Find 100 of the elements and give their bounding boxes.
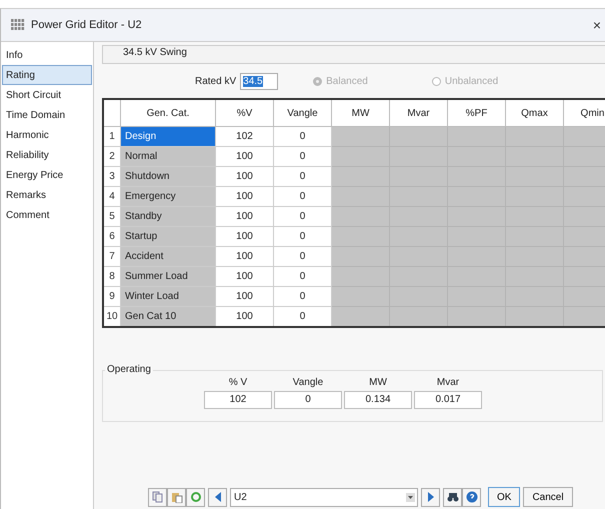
row-number: 5 xyxy=(103,206,120,226)
table-cell[interactable]: Standby xyxy=(120,206,216,226)
disabled-cell xyxy=(332,286,390,306)
value-field: 0.017 xyxy=(414,391,482,409)
value-field: 0 xyxy=(274,391,342,409)
next-icon[interactable] xyxy=(421,488,440,506)
disabled-cell xyxy=(390,126,448,146)
column-header: Vangle xyxy=(274,99,332,126)
row-number: 9 xyxy=(103,286,120,306)
column-header: %V xyxy=(216,99,274,126)
table-cell[interactable]: 0 xyxy=(274,226,332,246)
field-label: MW xyxy=(369,377,387,388)
table-cell[interactable]: 100 xyxy=(216,206,274,226)
sidebar-item[interactable]: Remarks xyxy=(2,185,92,205)
table-cell[interactable]: 0 xyxy=(274,186,332,206)
ok-button[interactable]: OK xyxy=(488,487,520,507)
column-header: %PF xyxy=(448,99,506,126)
value-field: 102 xyxy=(204,391,272,409)
grid-icon xyxy=(11,19,25,31)
help-icon[interactable] xyxy=(462,488,481,506)
column-header: Mvar xyxy=(390,99,448,126)
cancel-button[interactable]: Cancel xyxy=(523,487,573,507)
field-label: % V xyxy=(228,377,248,388)
table-cell[interactable]: 0 xyxy=(274,206,332,226)
table-cell[interactable]: 100 xyxy=(216,286,274,306)
sidebar-item[interactable]: Time Domain xyxy=(2,105,92,125)
bus-header: 34.5 kV Swing xyxy=(102,45,605,64)
group-title: Operating xyxy=(105,364,153,375)
window-title: Power Grid Editor - U2 xyxy=(31,19,142,31)
disabled-cell xyxy=(332,226,390,246)
table-cell[interactable]: 100 xyxy=(216,146,274,166)
table-cell[interactable]: Emergency xyxy=(120,186,216,206)
table-cell[interactable]: 100 xyxy=(216,266,274,286)
row-number: 2 xyxy=(103,146,120,166)
table-cell[interactable]: Normal xyxy=(120,146,216,166)
table-cell[interactable]: 100 xyxy=(216,166,274,186)
row-number: 8 xyxy=(103,266,120,286)
table-cell[interactable]: 100 xyxy=(216,246,274,266)
table-cell[interactable]: 0 xyxy=(274,166,332,186)
copy-icon[interactable] xyxy=(148,488,167,506)
row-number: 3 xyxy=(103,166,120,186)
disabled-cell xyxy=(506,126,564,146)
table-cell[interactable]: 0 xyxy=(274,306,332,327)
table-cell[interactable]: 0 xyxy=(274,146,332,166)
row-number: 1 xyxy=(103,126,120,146)
column-header: Qmax xyxy=(506,99,564,126)
table-cell[interactable]: 100 xyxy=(216,226,274,246)
disabled-cell xyxy=(506,306,564,327)
sidebar-item[interactable]: Comment xyxy=(2,205,92,225)
disabled-cell xyxy=(332,246,390,266)
row-number: 6 xyxy=(103,226,120,246)
element-dropdown[interactable]: U2 xyxy=(230,488,418,506)
paste-icon[interactable] xyxy=(167,488,186,506)
disabled-cell xyxy=(332,126,390,146)
table-cell[interactable]: Winter Load xyxy=(120,286,216,306)
table-cell[interactable]: Startup xyxy=(120,226,216,246)
sidebar-item[interactable]: Info xyxy=(2,45,92,65)
refresh-icon[interactable] xyxy=(186,488,205,506)
disabled-cell xyxy=(390,306,448,327)
disabled-cell xyxy=(332,166,390,186)
table-cell[interactable]: 100 xyxy=(216,306,274,327)
dropdown-arrow-icon[interactable] xyxy=(406,492,415,502)
sidebar-item[interactable]: Short Circuit xyxy=(2,85,92,105)
column-header: MW xyxy=(332,99,390,126)
close-button[interactable]: × xyxy=(588,17,605,33)
disabled-cell xyxy=(332,146,390,166)
disabled-cell xyxy=(564,126,605,146)
table-cell[interactable]: 100 xyxy=(216,186,274,206)
sidebar-item[interactable]: Reliability xyxy=(2,145,92,165)
sidebar-item[interactable]: Rating xyxy=(2,65,92,85)
column-header: Gen. Cat. xyxy=(120,99,216,126)
table-cell[interactable]: Accident xyxy=(120,246,216,266)
disabled-cell xyxy=(332,306,390,327)
field-label: Mvar xyxy=(436,377,460,388)
row-number: 4 xyxy=(103,186,120,206)
disabled-cell xyxy=(448,306,506,327)
binoculars-icon[interactable] xyxy=(443,488,462,506)
rated-kv-field[interactable]: 34.5 xyxy=(240,72,278,90)
disabled-cell xyxy=(564,306,605,327)
table-cell[interactable]: Design xyxy=(120,126,216,146)
column-header: Qmin xyxy=(564,99,605,126)
disabled-cell xyxy=(332,206,390,226)
field-label: Vangle xyxy=(292,377,324,388)
disabled-cell xyxy=(332,266,390,286)
sidebar-item[interactable]: Harmonic xyxy=(2,125,92,145)
table-cell[interactable]: 0 xyxy=(274,126,332,146)
table-cell[interactable]: Summer Load xyxy=(120,266,216,286)
disabled-cell xyxy=(448,126,506,146)
row-number: 7 xyxy=(103,246,120,266)
previous-icon[interactable] xyxy=(208,488,227,506)
table-cell[interactable]: 0 xyxy=(274,286,332,306)
table-cell[interactable]: 0 xyxy=(274,246,332,266)
rated-kv-label: Rated kV xyxy=(195,76,236,86)
sidebar-item[interactable]: Energy Price xyxy=(2,165,92,185)
table-cell[interactable]: 102 xyxy=(216,126,274,146)
table-cell[interactable]: Gen Cat 10 xyxy=(120,306,216,327)
row-number: 10 xyxy=(103,306,120,327)
value-field: 0.134 xyxy=(344,391,412,409)
table-cell[interactable]: Shutdown xyxy=(120,166,216,186)
table-cell[interactable]: 0 xyxy=(274,266,332,286)
